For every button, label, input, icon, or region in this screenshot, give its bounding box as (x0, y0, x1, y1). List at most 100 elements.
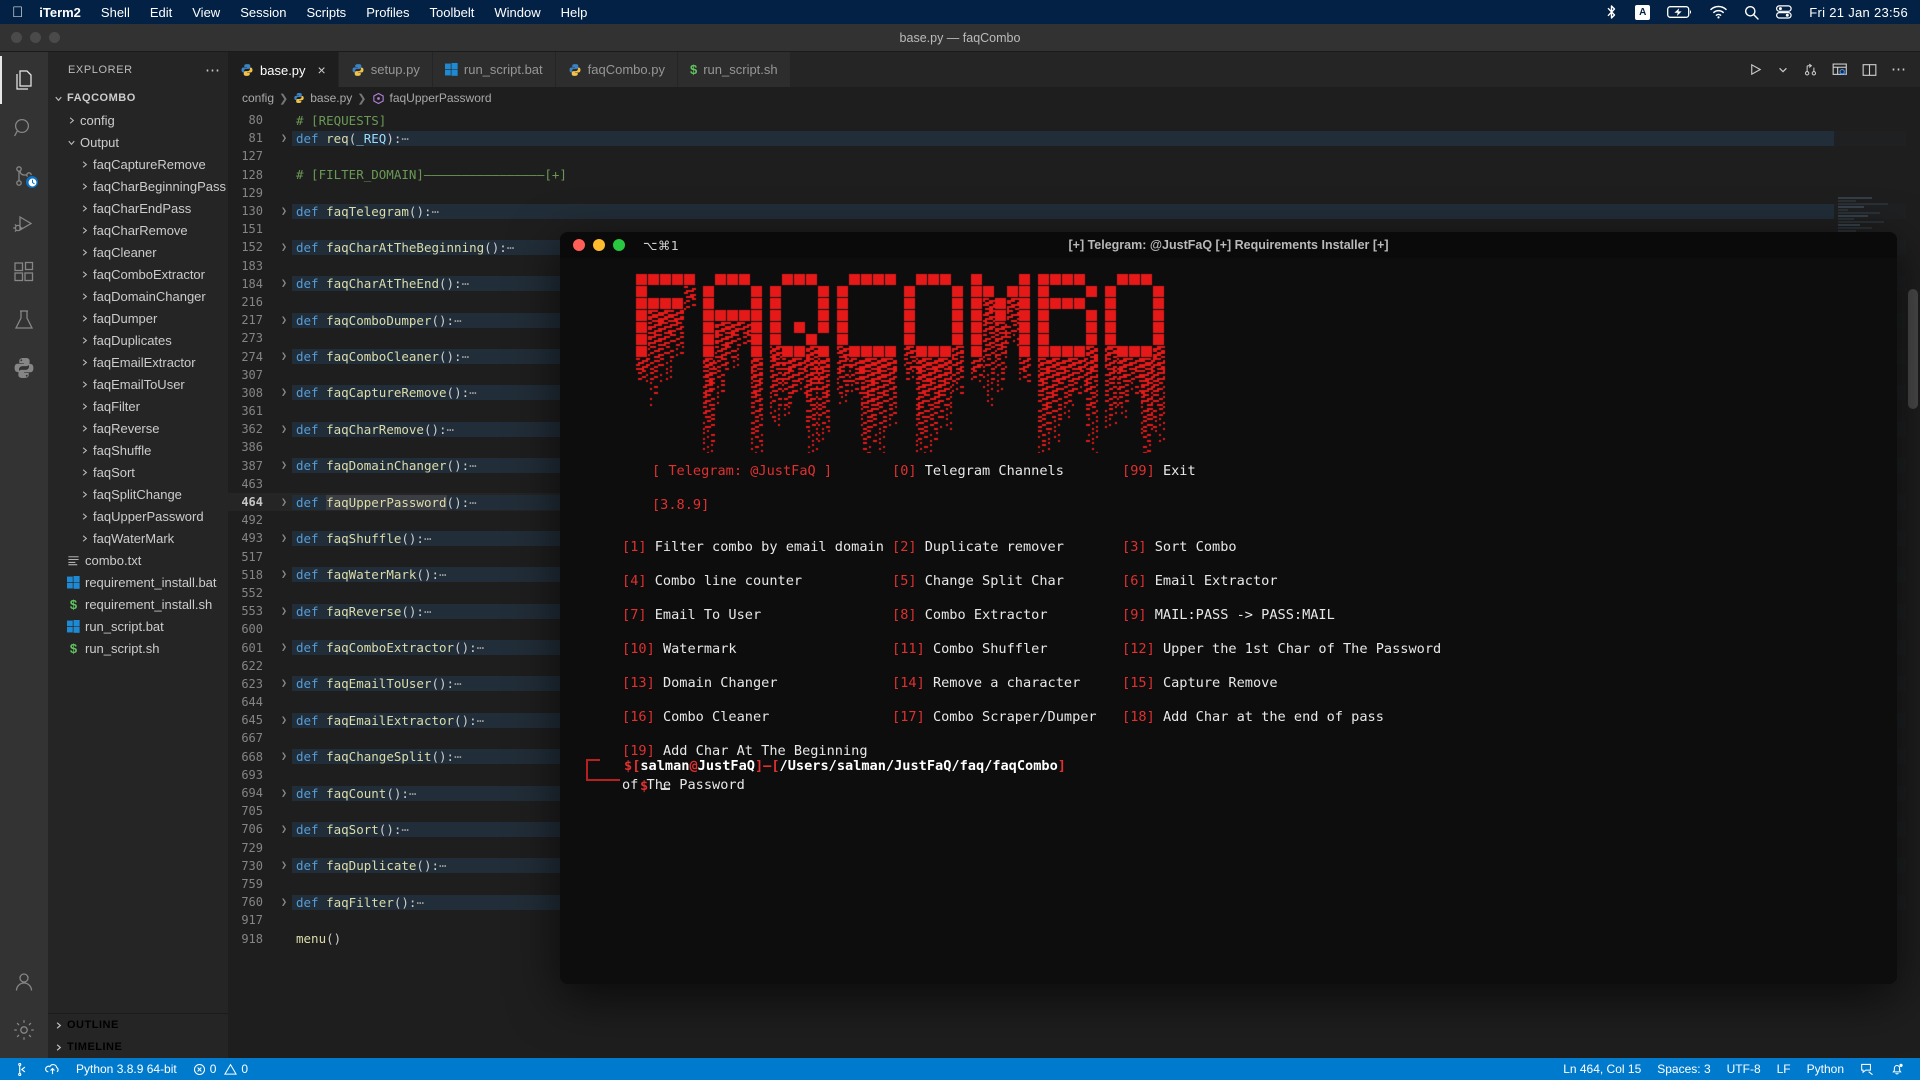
activity-item-testing[interactable] (0, 296, 48, 344)
activity-item-search[interactable] (0, 104, 48, 152)
menu-item-edit[interactable]: Edit (150, 5, 172, 20)
notifications-icon[interactable] (1882, 1062, 1912, 1076)
fold-chevron-icon[interactable]: ❯ (276, 678, 292, 689)
battery-charging-icon[interactable] (1667, 5, 1693, 19)
bluetooth-icon[interactable] (1605, 4, 1618, 20)
window-maximize-button[interactable] (49, 32, 60, 43)
activity-item-python[interactable] (0, 344, 48, 392)
menu-item-session[interactable]: Session (240, 5, 286, 20)
terminal-output[interactable]: [ Telegram: @JustFaQ ] [3.8.9] [0] Teleg… (560, 258, 1897, 984)
window-minimize-button[interactable] (30, 32, 41, 43)
terminal-menu-option-10[interactable]: [10] Watermark (622, 632, 892, 666)
menu-item-window[interactable]: Window (494, 5, 540, 20)
tree-item-faqreverse[interactable]: faqReverse (48, 417, 228, 439)
tree-item-run-script-sh[interactable]: $ run_script.sh (48, 637, 228, 659)
split-editor-icon[interactable] (1862, 63, 1877, 77)
more-actions-icon[interactable]: ⋯ (1891, 62, 1906, 77)
fold-chevron-icon[interactable]: ❯ (276, 351, 292, 362)
fold-chevron-icon[interactable]: ❯ (276, 788, 292, 799)
split-preview-icon[interactable] (1832, 62, 1848, 77)
activity-item-settings[interactable] (0, 1006, 48, 1054)
fold-chevron-icon[interactable]: ❯ (276, 242, 292, 253)
language-mode[interactable]: Python (1799, 1062, 1852, 1076)
activity-item-accounts[interactable] (0, 958, 48, 1006)
menu-key-99[interactable]: 99 (1130, 463, 1146, 479)
sync-status[interactable] (37, 1063, 68, 1076)
menu-item-profiles[interactable]: Profiles (366, 5, 409, 20)
fold-chevron-icon[interactable]: ❯ (276, 897, 292, 908)
menu-item-iterm2[interactable]: iTerm2 (39, 5, 81, 20)
fold-chevron-icon[interactable]: ❯ (276, 206, 292, 217)
menu-bar-clock[interactable]: Fri 21 Jan 23:56 (1809, 5, 1908, 20)
tab-setup-py[interactable]: setup.py (338, 52, 433, 87)
window-traffic-lights[interactable] (0, 32, 60, 43)
breadcrumb-item-symbol[interactable]: faqUpperPassword (390, 91, 492, 105)
tree-item-faqcharremove[interactable]: faqCharRemove (48, 219, 228, 241)
tree-item-combo-txt[interactable]: combo.txt (48, 549, 228, 571)
code-line-127[interactable]: 127 (228, 147, 1920, 165)
breadcrumb-item-config[interactable]: config (242, 91, 274, 105)
terminal-menu-option-5[interactable]: [5] Change Split Char (892, 564, 1122, 598)
fold-chevron-icon[interactable]: ❯ (276, 715, 292, 726)
tree-item-faqdumper[interactable]: faqDumper (48, 307, 228, 329)
tree-item-faqfilter[interactable]: faqFilter (48, 395, 228, 417)
chevron-down-icon[interactable] (1777, 64, 1789, 76)
source-control-icon[interactable] (1803, 62, 1818, 77)
terminal-maximize-button[interactable] (613, 239, 625, 251)
terminal-menu-option-6[interactable]: [6] Email Extractor (1122, 564, 1278, 598)
terminal-menu-option-18[interactable]: [18] Add Char at the end of pass (1122, 700, 1384, 734)
fold-chevron-icon[interactable]: ❯ (276, 860, 292, 871)
terminal-window[interactable]: ⌥⌘1 [+] Telegram: @JustFaQ [+] Requireme… (560, 232, 1897, 984)
terminal-menu-option-3[interactable]: [3] Sort Combo (1122, 530, 1237, 564)
problems-warnings[interactable]: 0 (224, 1062, 256, 1076)
tree-item-faqshuffle[interactable]: faqShuffle (48, 439, 228, 461)
tree-item-requirement-install-sh[interactable]: $ requirement_install.sh (48, 593, 228, 615)
fold-chevron-icon[interactable]: ❯ (276, 315, 292, 326)
fold-chevron-icon[interactable]: ❯ (276, 533, 292, 544)
code-line-80[interactable]: 80 # [REQUESTS] (228, 111, 1920, 129)
fold-chevron-icon[interactable]: ❯ (276, 460, 292, 471)
python-interpreter[interactable]: Python 3.8.9 64-bit (68, 1062, 185, 1076)
more-actions-icon[interactable]: ⋯ (205, 61, 220, 79)
problems-errors[interactable]: 0 (185, 1062, 225, 1076)
terminal-menu-option-12[interactable]: [12] Upper the 1st Char of The Password (1122, 632, 1441, 666)
tree-item-run-script-bat[interactable]: run_script.bat (48, 615, 228, 637)
terminal-menu-option-4[interactable]: [4] Combo line counter (622, 564, 892, 598)
activity-item-extensions[interactable] (0, 248, 48, 296)
code-line-129[interactable]: 129 (228, 184, 1920, 202)
fold-chevron-icon[interactable]: ❯ (276, 424, 292, 435)
tree-item-faqcomboextractor[interactable]: faqComboExtractor (48, 263, 228, 285)
tab-run-script-bat[interactable]: run_script.bat (432, 52, 556, 87)
input-source-icon[interactable]: A (1635, 4, 1651, 20)
menu-item-view[interactable]: View (192, 5, 220, 20)
terminal-menu-option-7[interactable]: [7] Email To User (622, 598, 892, 632)
fold-chevron-icon[interactable]: ❯ (276, 606, 292, 617)
activity-item-explorer[interactable] (0, 56, 48, 104)
menu-item-scripts[interactable]: Scripts (306, 5, 346, 20)
terminal-menu-option-2[interactable]: [2] Duplicate remover (892, 530, 1122, 564)
tree-item-faqcaptureremove[interactable]: faqCaptureRemove (48, 153, 228, 175)
fold-chevron-icon[interactable]: ❯ (276, 497, 292, 508)
tab-close-icon[interactable]: × (318, 63, 326, 77)
tab-run-script-sh[interactable]: $ run_script.sh (677, 52, 791, 87)
fold-chevron-icon[interactable]: ❯ (276, 824, 292, 835)
tree-item-faqdomainchanger[interactable]: faqDomainChanger (48, 285, 228, 307)
editor-scrollbar-thumb[interactable] (1908, 289, 1918, 409)
control-center-icon[interactable] (1776, 5, 1792, 19)
tree-item-faqsplitchange[interactable]: faqSplitChange (48, 483, 228, 505)
tab-base-py[interactable]: base.py × (228, 52, 339, 87)
terminal-close-button[interactable] (573, 239, 585, 251)
tree-item-faqduplicates[interactable]: faqDuplicates (48, 329, 228, 351)
tree-item-faqwatermark[interactable]: faqWaterMark (48, 527, 228, 549)
tree-item-faqcharbeginningpass[interactable]: faqCharBeginningPass (48, 175, 228, 197)
editor-scrollbar[interactable] (1906, 109, 1920, 1058)
menu-item-toolbelt[interactable]: Toolbelt (430, 5, 475, 20)
fold-chevron-icon[interactable]: ❯ (276, 133, 292, 144)
cursor-position[interactable]: Ln 464, Col 15 (1555, 1062, 1649, 1076)
terminal-menu-option-15[interactable]: [15] Capture Remove (1122, 666, 1278, 700)
terminal-menu-option-14[interactable]: [14] Remove a character (892, 666, 1122, 700)
terminal-menu-option-8[interactable]: [8] Combo Extractor (892, 598, 1122, 632)
menu-item-shell[interactable]: Shell (101, 5, 130, 20)
terminal-menu-option-9[interactable]: [9] MAIL:PASS -> PASS:MAIL (1122, 598, 1335, 632)
terminal-menu-option-17[interactable]: [17] Combo Scraper/Dumper (892, 700, 1122, 734)
